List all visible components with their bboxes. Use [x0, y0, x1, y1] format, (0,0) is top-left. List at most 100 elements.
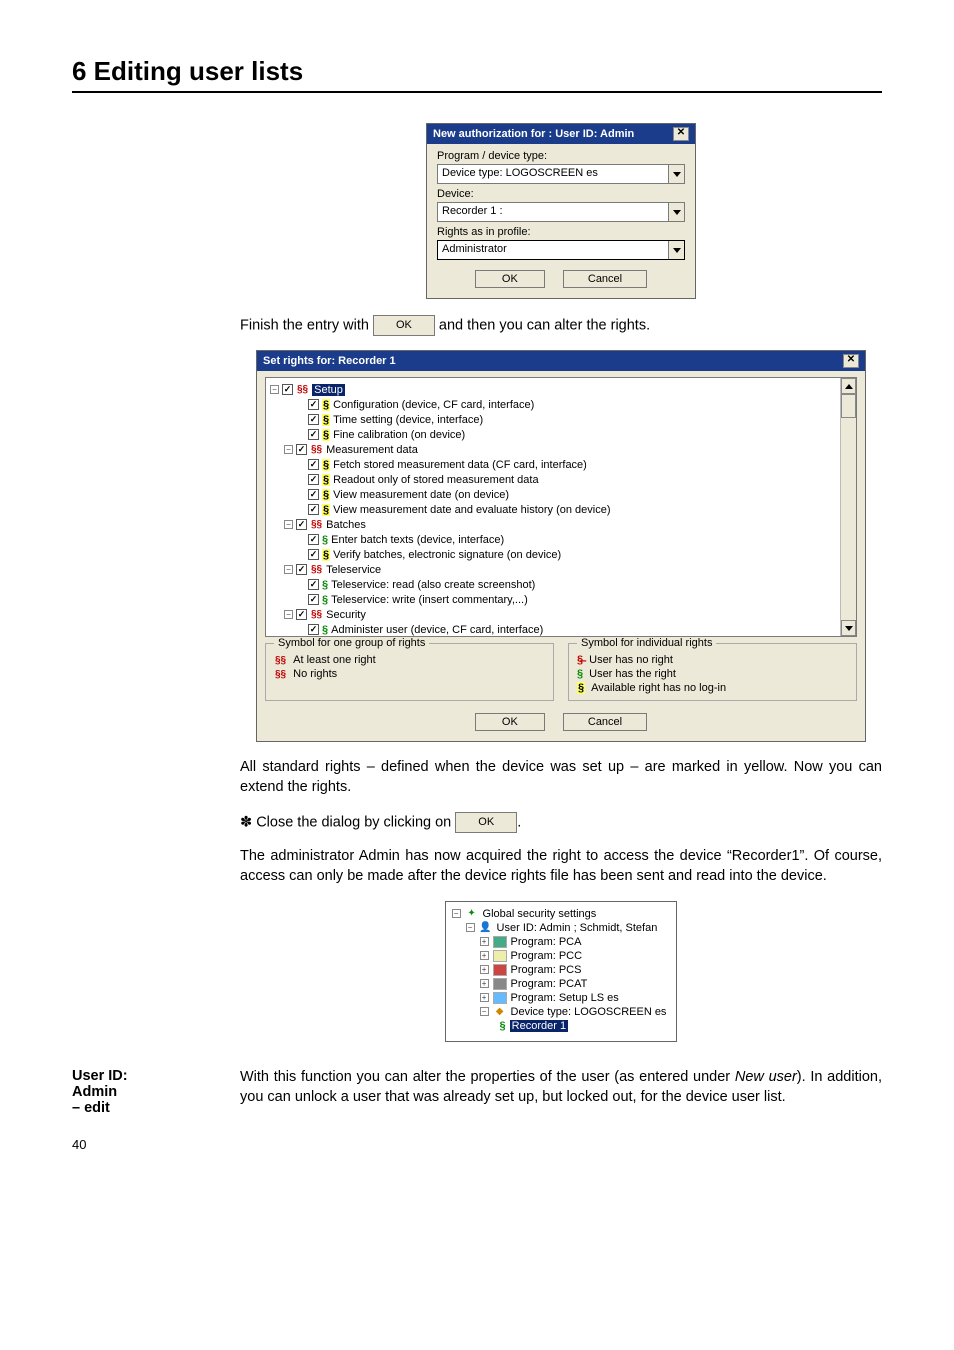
page-number: 40: [72, 1137, 882, 1152]
tree-node[interactable]: View measurement date and evaluate histo…: [333, 504, 610, 516]
tree-node[interactable]: Program: Setup LS es: [511, 992, 619, 1004]
tree-node[interactable]: Recorder 1: [510, 1020, 568, 1032]
tree-node[interactable]: Fine calibration (on device): [333, 429, 465, 441]
legend-group-title: Symbol for one group of rights: [274, 637, 429, 649]
scroll-track[interactable]: [841, 418, 856, 620]
combo-program-type[interactable]: Device type: LOGOSCREEN es: [437, 164, 685, 184]
program-icon: [493, 936, 507, 948]
page-title: 6 Editing user lists: [72, 56, 882, 87]
combo-device[interactable]: Recorder 1 :: [437, 202, 685, 222]
expand-icon[interactable]: +: [480, 979, 489, 988]
expand-icon[interactable]: −: [284, 520, 293, 529]
cancel-button[interactable]: Cancel: [563, 270, 647, 288]
program-icon: [493, 978, 507, 990]
expand-icon[interactable]: +: [480, 937, 489, 946]
tree-node[interactable]: Teleservice: write (insert commentary,..…: [331, 594, 528, 606]
paragraph-yellow-rights: All standard rights – defined when the d…: [240, 758, 882, 797]
scroll-up-icon[interactable]: [841, 378, 856, 394]
expand-icon[interactable]: +: [480, 993, 489, 1002]
chevron-down-icon[interactable]: [668, 203, 684, 221]
user-icon: 👤: [479, 922, 493, 934]
checkbox[interactable]: ✓: [296, 564, 307, 575]
program-icon: [493, 992, 507, 1004]
tree-node[interactable]: Measurement data: [326, 444, 418, 456]
scroll-down-icon[interactable]: [841, 620, 856, 636]
combo-rights-profile[interactable]: Administrator: [437, 240, 685, 260]
checkbox[interactable]: ✓: [308, 594, 319, 605]
checkbox[interactable]: ✓: [308, 504, 319, 515]
tree-node[interactable]: Time setting (device, interface): [333, 414, 483, 426]
cancel-button[interactable]: Cancel: [563, 713, 647, 731]
tree-node[interactable]: Setup: [312, 384, 345, 396]
legend-group: Symbol for one group of rights §§At leas…: [265, 643, 554, 701]
tree-node[interactable]: Global security settings: [483, 908, 597, 920]
expand-icon[interactable]: −: [452, 909, 461, 918]
checkbox[interactable]: ✓: [308, 579, 319, 590]
expand-icon[interactable]: −: [284, 565, 293, 574]
tree-node[interactable]: Program: PCA: [511, 936, 582, 948]
expand-icon[interactable]: +: [480, 951, 489, 960]
tree-node[interactable]: Program: PCS: [511, 964, 582, 976]
tree-node[interactable]: User ID: Admin ; Schmidt, Stefan: [497, 922, 658, 934]
program-icon: [493, 964, 507, 976]
dialog-title: Set rights for: Recorder 1: [263, 355, 396, 367]
tree-node[interactable]: Readout only of stored measurement data: [333, 474, 538, 486]
globe-icon: ✦: [465, 908, 479, 920]
tree-node[interactable]: View measurement date (on device): [333, 489, 509, 501]
checkbox[interactable]: ✓: [282, 384, 293, 395]
expand-icon[interactable]: −: [284, 610, 293, 619]
tree-node[interactable]: Security: [326, 609, 366, 621]
tree-node[interactable]: Teleservice: read (also create screensho…: [331, 579, 535, 591]
tree-node[interactable]: Fetch stored measurement data (CF card, …: [333, 459, 587, 471]
checkbox[interactable]: ✓: [308, 429, 319, 440]
tree-node[interactable]: Device type: LOGOSCREEN es: [511, 1006, 667, 1018]
ok-button[interactable]: OK: [475, 270, 545, 288]
tree-node[interactable]: Enter batch texts (device, interface): [331, 534, 504, 546]
checkbox[interactable]: ✓: [296, 609, 307, 620]
inline-ok-button[interactable]: OK: [455, 812, 517, 833]
close-dialog-line: ✽ Close the dialog by clicking on OK.: [240, 812, 882, 833]
rights-tree[interactable]: −✓§§Setup ✓§Configuration (device, CF ca…: [266, 378, 856, 637]
combo-program-type-value: Device type: LOGOSCREEN es: [438, 165, 668, 183]
close-icon[interactable]: ✕: [673, 127, 689, 141]
expand-icon[interactable]: −: [480, 1007, 489, 1016]
tree-node[interactable]: Program: PCC: [511, 950, 583, 962]
checkbox[interactable]: ✓: [308, 624, 319, 635]
expand-icon[interactable]: −: [466, 923, 475, 932]
chevron-down-icon[interactable]: [668, 241, 684, 259]
legend-individual-title: Symbol for individual rights: [577, 637, 716, 649]
side-label: User ID: Admin – edit: [72, 1068, 222, 1116]
tree-node[interactable]: Teleservice: [326, 564, 381, 576]
legend-item: User has no right: [589, 654, 673, 666]
tree-node[interactable]: Batches: [326, 519, 366, 531]
ok-button[interactable]: OK: [475, 713, 545, 731]
expand-icon[interactable]: −: [284, 445, 293, 454]
paragraph-edit-function: With this function you can alter the pro…: [240, 1068, 882, 1107]
checkbox[interactable]: ✓: [308, 399, 319, 410]
tree-node[interactable]: Configuration (device, CF card, interfac…: [333, 399, 534, 411]
title-rule: [72, 91, 882, 93]
scroll-thumb[interactable]: [841, 394, 856, 418]
inline-ok-button[interactable]: OK: [373, 315, 435, 336]
checkbox[interactable]: ✓: [308, 489, 319, 500]
checkbox[interactable]: ✓: [296, 519, 307, 530]
legend-item: No rights: [293, 668, 337, 680]
device-icon: ◆: [493, 1006, 507, 1018]
tree-node[interactable]: Verify batches, electronic signature (on…: [333, 549, 561, 561]
checkbox[interactable]: ✓: [308, 534, 319, 545]
expand-icon[interactable]: −: [270, 385, 279, 394]
tree-node[interactable]: Program: PCAT: [511, 978, 588, 990]
tree-node[interactable]: Administer user (device, CF card, interf…: [331, 624, 543, 636]
checkbox[interactable]: ✓: [308, 459, 319, 470]
scrollbar[interactable]: [840, 378, 856, 636]
close-icon[interactable]: ✕: [843, 354, 859, 368]
checkbox[interactable]: ✓: [308, 549, 319, 560]
checkbox[interactable]: ✓: [296, 444, 307, 455]
label-program-type: Program / device type:: [427, 150, 695, 162]
label-rights-profile: Rights as in profile:: [427, 226, 695, 238]
expand-icon[interactable]: +: [480, 965, 489, 974]
checkbox[interactable]: ✓: [308, 414, 319, 425]
chevron-down-icon[interactable]: [668, 165, 684, 183]
paragraph-admin-access: The administrator Admin has now acquired…: [240, 847, 882, 886]
checkbox[interactable]: ✓: [308, 474, 319, 485]
